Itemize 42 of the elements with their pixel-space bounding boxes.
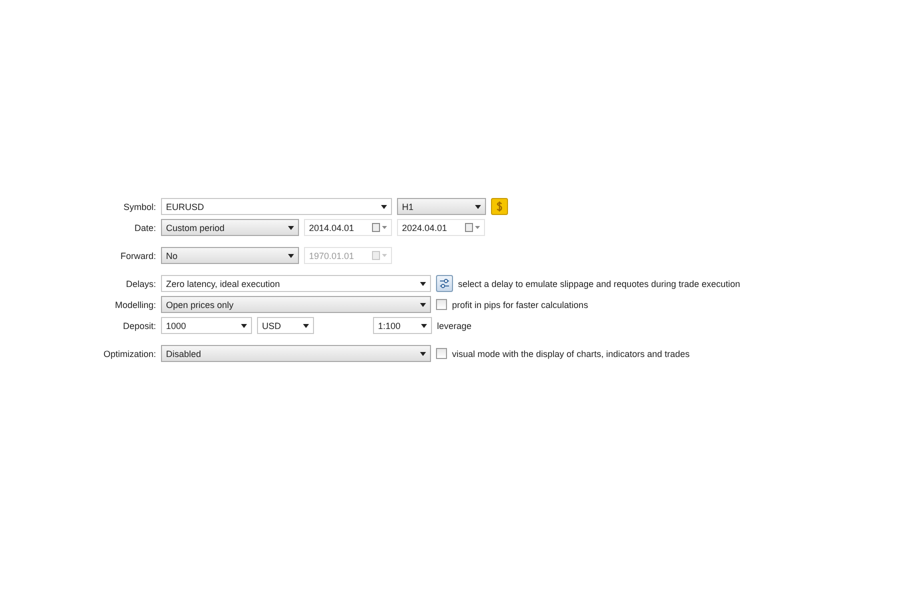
field-label: Date: [133,222,156,232]
calendar-icon [465,223,480,232]
dropdown[interactable]: Disabled [161,345,431,362]
hint-text: leverage [437,320,472,330]
dropdown-arrow-icon [475,204,481,208]
dropdown-arrow-icon [420,302,426,306]
dropdown[interactable]: Custom period [161,219,299,236]
field-label: Delays: [124,278,156,288]
combo-box[interactable]: 1000 [161,317,252,334]
combo-box[interactable]: USD [257,317,314,334]
dropdown-arrow-icon [288,226,294,230]
dropdown-arrow-icon [288,254,294,258]
date-field[interactable]: 2014.04.01 [304,219,392,236]
sliders-icon [439,278,450,289]
combo-box[interactable]: Zero latency, ideal execution [161,275,431,292]
dollar-icon [495,201,504,212]
field-label: Optimization: [102,348,156,358]
combo-box[interactable]: 1:100 [373,317,432,334]
checkbox[interactable] [436,348,447,359]
dropdown-arrow-icon [420,282,426,286]
dropdown[interactable]: H1 [397,198,486,215]
date-field[interactable]: 2024.04.01 [397,219,485,236]
combo-box[interactable]: EURUSD [161,198,392,215]
calendar-icon [372,223,387,232]
checkbox[interactable] [436,299,447,310]
symbol-properties-button[interactable] [491,198,508,215]
dropdown-arrow-icon [421,324,427,328]
field-label: Symbol: [122,202,156,212]
calendar-icon [372,251,387,260]
dropdown-arrow-icon [241,324,247,328]
field-label: Forward: [119,250,156,260]
checkbox-label: profit in pips for faster calculations [452,300,588,310]
settings-button[interactable] [436,275,453,292]
dropdown-arrow-icon [381,204,387,208]
dropdown[interactable]: No [161,247,299,264]
dropdown[interactable]: Open prices only [161,296,431,313]
field-label: Modelling: [114,300,156,310]
checkbox-label: visual mode with the display of charts, indicators and trades [452,348,690,358]
field-label: Deposit: [122,320,156,330]
hint-text: select a delay to emulate slippage and requotes during trade execution [458,278,740,288]
dropdown-arrow-icon [420,352,426,356]
dropdown-arrow-icon [303,324,309,328]
